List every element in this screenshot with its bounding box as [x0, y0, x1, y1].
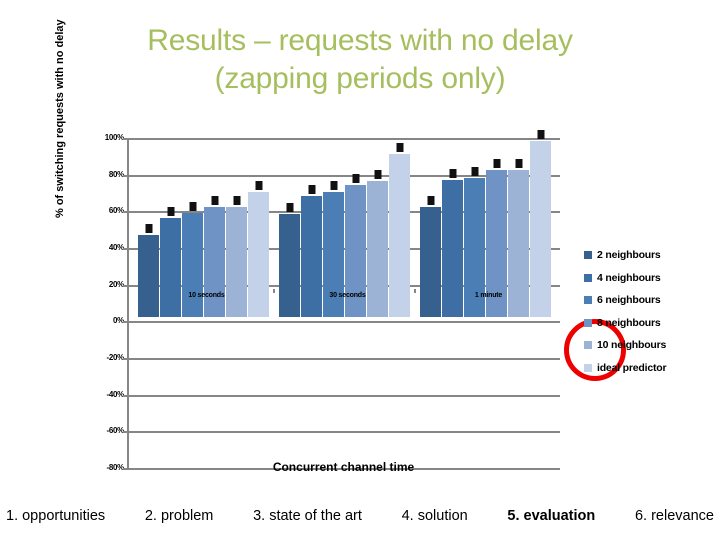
section-nav-item[interactable]: 1. opportunities [6, 508, 105, 524]
section-nav-item[interactable]: 2. problem [145, 508, 214, 524]
error-bar-marker [427, 196, 434, 205]
error-bar-marker [352, 174, 359, 183]
section-nav-item[interactable]: 4. solution [402, 508, 468, 524]
legend-swatch-icon [584, 296, 592, 305]
error-bar-marker [330, 181, 337, 191]
bar [204, 196, 225, 317]
y-axis-tick-label: 80% [108, 169, 124, 179]
x-axis-tick-label: 30 seconds [329, 292, 366, 299]
legend-label: 4 neighbours [597, 271, 661, 284]
x-axis-tick-label: 10 seconds [188, 292, 225, 299]
bar-chart: % of switching requests with no delay 10… [54, 19, 626, 488]
x-axis-tick-mark [414, 289, 416, 293]
legend-item: 6 neighbours [584, 289, 716, 312]
bar-group [279, 138, 416, 317]
page-title: Results – requests with no delay (zappin… [0, 22, 720, 98]
title-line-2: (zapping periods only) [214, 62, 506, 95]
legend-item: 2 neighbours [584, 244, 716, 267]
legend-swatch-icon [584, 341, 592, 350]
bar [182, 201, 203, 317]
error-bar-marker [493, 159, 500, 169]
bar [420, 196, 441, 317]
error-bar-marker [396, 142, 403, 152]
bar-group [420, 130, 557, 317]
error-bar-marker [233, 196, 240, 205]
error-bar-marker [189, 201, 196, 211]
legend-label: 6 neighbours [597, 294, 661, 307]
section-nav: 1. opportunities 2. problem 3. state of th… [0, 508, 720, 524]
legend-label: 8 neighbours [597, 316, 661, 329]
section-nav-item[interactable]: 5. evaluation [507, 508, 595, 524]
error-bar-marker [471, 166, 478, 176]
bar [279, 203, 300, 317]
section-nav-item[interactable]: 3. state of the art [253, 508, 362, 524]
error-bar-marker [374, 170, 381, 180]
error-bar-marker [211, 196, 218, 205]
legend-swatch-icon [584, 318, 592, 327]
plot-area: 100% 80% 60% 40% 20% 0% -20% -40% -60% -80% 10 se… [105, 130, 626, 472]
y-axis-tick-label: 100% [104, 133, 125, 142]
y-axis-tick-label: 20% [108, 279, 124, 289]
bar-groups: 10 seconds 30 seconds 1 minute [127, 130, 560, 468]
y-axis-tick-label: 60% [108, 206, 124, 216]
chart-legend: 2 neighbours 4 neighbours 6 neighbours 8 ne… [584, 244, 716, 379]
legend-item: 8 neighbours [584, 312, 716, 335]
y-axis-tick-label: -40% [106, 389, 125, 399]
y-axis-tick-label: -80% [106, 463, 125, 472]
title-line-1: Results – requests with no delay [147, 24, 573, 57]
error-bar-marker [255, 181, 262, 191]
legend-swatch-icon [584, 273, 592, 282]
legend-swatch-icon [584, 363, 592, 372]
x-axis-tick-mark [273, 289, 275, 293]
bar-group [138, 138, 275, 317]
error-bar-marker [286, 203, 293, 213]
legend-item: 4 neighbours [584, 267, 716, 290]
y-axis-title: % of switching requests with no delay [54, 19, 66, 218]
error-bar-marker [449, 168, 456, 178]
legend-label: 10 neighbours [597, 339, 667, 352]
y-axis-tick-label: 0% [113, 316, 124, 326]
error-bar-marker [167, 207, 174, 216]
section-nav-item[interactable]: 6. relevance [635, 508, 714, 524]
bar [226, 196, 247, 317]
bar [530, 130, 551, 317]
y-axis-tick-label: 40% [108, 243, 124, 252]
bar [160, 207, 181, 317]
slide-canvas: Results – requests with no delay (zappin… [0, 0, 720, 540]
x-axis-title: Concurrent channel time [272, 460, 415, 474]
legend-item: 10 neighbours [584, 334, 716, 357]
y-axis-tick-label: -20% [106, 353, 125, 362]
legend-label: 2 neighbours [597, 249, 661, 262]
error-bar-marker [515, 159, 522, 169]
error-bar-marker [537, 130, 544, 139]
bar [138, 223, 159, 317]
legend-item: ideal predictor [584, 357, 716, 380]
y-axis-tick-label: -60% [106, 426, 125, 436]
legend-swatch-icon [584, 251, 592, 260]
error-bar-marker [308, 185, 315, 194]
x-axis-tick-label: 1 minute [474, 292, 503, 299]
legend-label: ideal predictor [597, 361, 667, 374]
error-bar-marker [145, 223, 152, 233]
